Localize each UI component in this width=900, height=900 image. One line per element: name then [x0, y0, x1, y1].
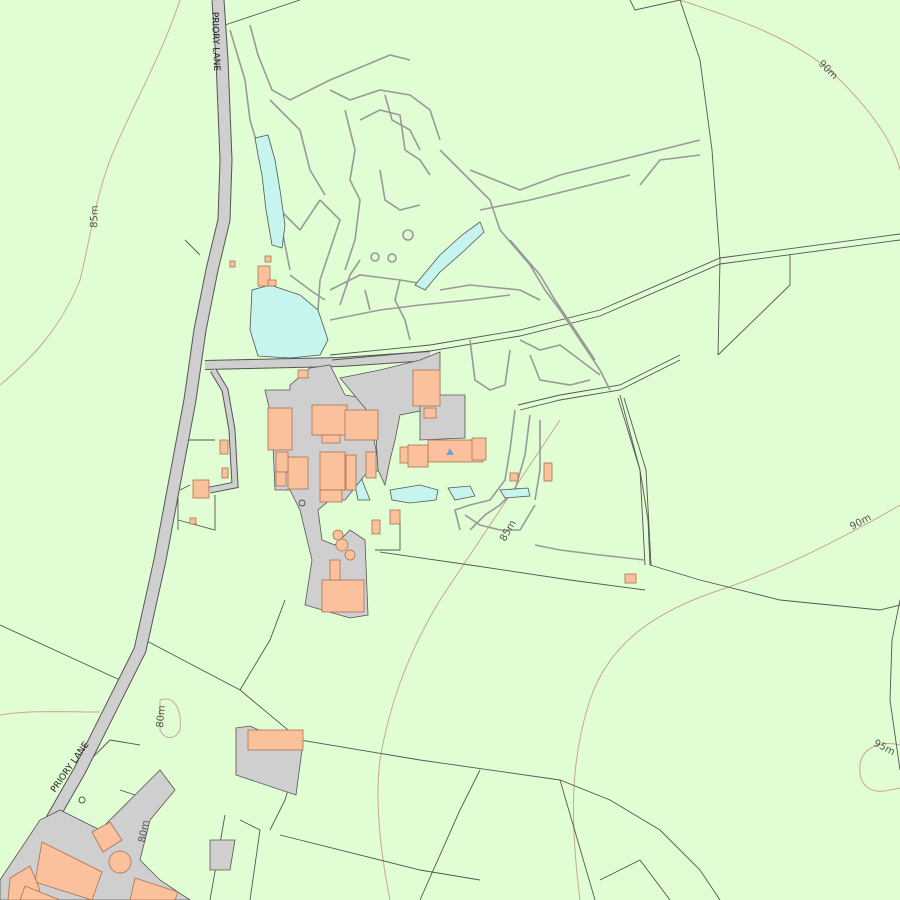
road-label-priory-lane-north: PRIORY LANE [209, 12, 221, 72]
contour-label-80m-sw: 80m [155, 705, 168, 728]
contour-label-85m-west: 85m [89, 205, 101, 228]
map-canvas[interactable]: PRIORY LANE PRIORY LANE 85m 90m 85m 90m … [0, 0, 900, 900]
